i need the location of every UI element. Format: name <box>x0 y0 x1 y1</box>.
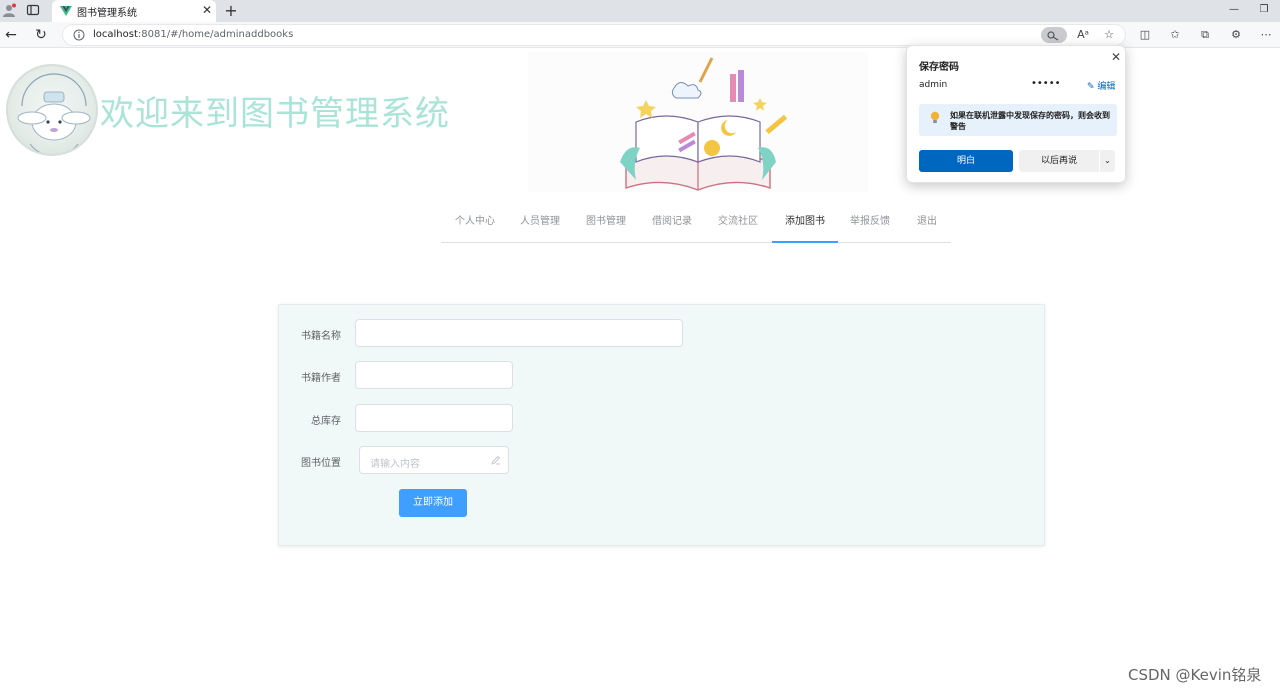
nav-report-feedback[interactable]: 举报反馈 <box>850 208 890 243</box>
lightbulb-icon <box>930 111 940 123</box>
location-placeholder: 请输入内容 <box>370 459 420 470</box>
location-input[interactable]: 请输入内容 <box>359 446 509 474</box>
restore-icon[interactable]: ❐ <box>1256 3 1272 17</box>
read-aloud-icon[interactable]: Aᵃ <box>1075 27 1091 43</box>
nav-community[interactable]: 交流社区 <box>718 208 758 243</box>
save-password-popup: 保存密码 ✕ admin ••••• ✎ 编辑 如果在联机泄露中发现保存的密码，… <box>906 45 1126 183</box>
site-title: 欢迎来到图书管理系统 <box>100 94 450 134</box>
got-it-button[interactable]: 明白 <box>919 150 1013 172</box>
refresh-icon[interactable]: ↻ <box>32 26 50 44</box>
browser-tab-bar: 图书管理系统 ✕ + — ❐ <box>0 0 1280 22</box>
chevron-down-icon[interactable]: ⌄ <box>1100 150 1115 172</box>
profile-icon[interactable] <box>2 3 16 17</box>
leak-warning-text: 如果在联机泄露中发现保存的密码，则会收到警告 <box>950 111 1110 131</box>
nav-personal-center[interactable]: 个人中心 <box>455 208 495 243</box>
back-icon[interactable]: ← <box>2 26 20 44</box>
nav-add-book[interactable]: 添加图书 <box>772 208 838 243</box>
split-screen-icon[interactable]: ◫ <box>1137 27 1153 43</box>
url-text[interactable]: localhost:8081/#/home/adminaddbooks <box>93 29 293 40</box>
info-icon[interactable] <box>73 29 85 41</box>
author-label: 书籍作者 <box>301 373 341 384</box>
leak-warning-box: 如果在联机泄露中发现保存的密码，则会收到警告 <box>919 104 1117 136</box>
collections-icon[interactable]: ⧉ <box>1197 27 1213 43</box>
cinnamoroll-logo <box>6 64 98 156</box>
tab-title: 图书管理系统 <box>77 8 137 19</box>
location-label: 图书位置 <box>301 458 341 469</box>
add-book-form: 书籍名称 书籍作者 总库存 图书位置 请输入内容 立即添加 <box>278 304 1045 546</box>
password-key-icon[interactable] <box>1041 27 1067 43</box>
extensions-icon[interactable]: ⚙ <box>1228 27 1244 43</box>
favorites-icon[interactable]: ✩ <box>1167 27 1183 43</box>
more-menu-icon[interactable]: ⋯ <box>1258 27 1274 43</box>
submit-add-button[interactable]: 立即添加 <box>399 489 467 517</box>
stock-input[interactable] <box>355 404 513 432</box>
nav-book-management[interactable]: 图书管理 <box>586 208 626 243</box>
main-nav: 个人中心 人员管理 图书管理 借阅记录 交流社区 添加图书 举报反馈 退出 <box>441 208 951 243</box>
stock-label: 总库存 <box>311 416 341 427</box>
saved-password-mask: ••••• <box>1031 78 1061 89</box>
close-icon[interactable]: ✕ <box>1109 50 1123 64</box>
edit-link[interactable]: ✎ 编辑 <box>1087 79 1115 92</box>
favorite-star-icon[interactable]: ☆ <box>1101 27 1117 43</box>
minimize-icon[interactable]: — <box>1226 3 1242 17</box>
book-name-label: 书籍名称 <box>301 331 341 342</box>
nav-user-management[interactable]: 人员管理 <box>520 208 560 243</box>
book-illustration <box>528 52 868 192</box>
csdn-watermark: CSDN @Kevin铭泉 <box>1128 666 1262 684</box>
address-bar[interactable]: localhost:8081/#/home/adminaddbooks <box>62 24 1126 46</box>
popup-title: 保存密码 <box>919 62 959 73</box>
book-name-input[interactable] <box>355 319 683 347</box>
edit-pen-icon <box>491 455 501 465</box>
browser-tab[interactable]: 图书管理系统 ✕ <box>52 0 216 22</box>
nav-logout[interactable]: 退出 <box>916 208 938 243</box>
nav-borrow-records[interactable]: 借阅记录 <box>652 208 692 243</box>
vue-logo-icon <box>60 6 72 16</box>
author-input[interactable] <box>355 361 513 389</box>
saved-username: admin <box>919 80 948 90</box>
tab-actions-icon[interactable] <box>26 3 40 17</box>
not-now-button[interactable]: 以后再说 <box>1019 150 1099 172</box>
tab-close-icon[interactable]: ✕ <box>200 3 214 17</box>
new-tab-icon[interactable]: + <box>222 2 240 20</box>
